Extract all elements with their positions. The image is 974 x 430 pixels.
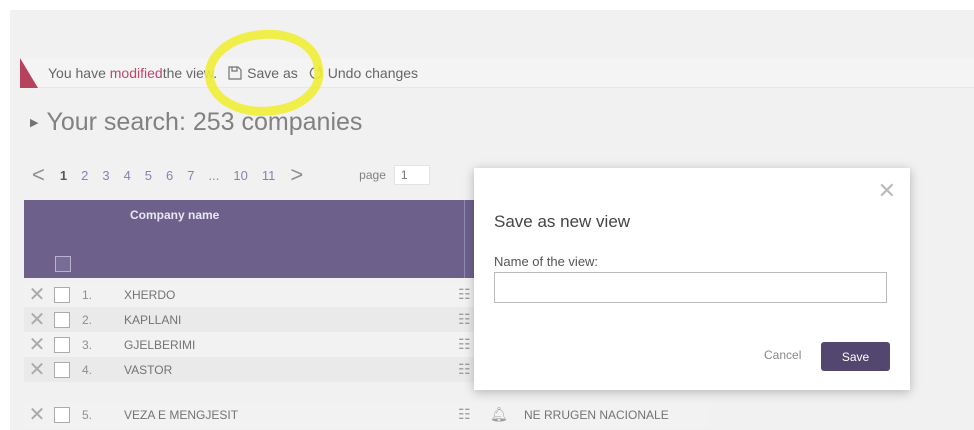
save-view-dialog: ✕ Save as new view Name of the view: Can…	[474, 168, 910, 390]
dialog-title: Save as new view	[494, 212, 631, 231]
view-name-label: Name of the view:	[494, 254, 599, 269]
cancel-button[interactable]: Cancel	[764, 348, 801, 362]
save-button[interactable]: Save	[821, 342, 890, 371]
close-icon[interactable]: ✕	[878, 180, 896, 202]
view-name-input[interactable]	[494, 272, 887, 303]
page: You have modified the view. Save as Undo…	[0, 0, 974, 430]
